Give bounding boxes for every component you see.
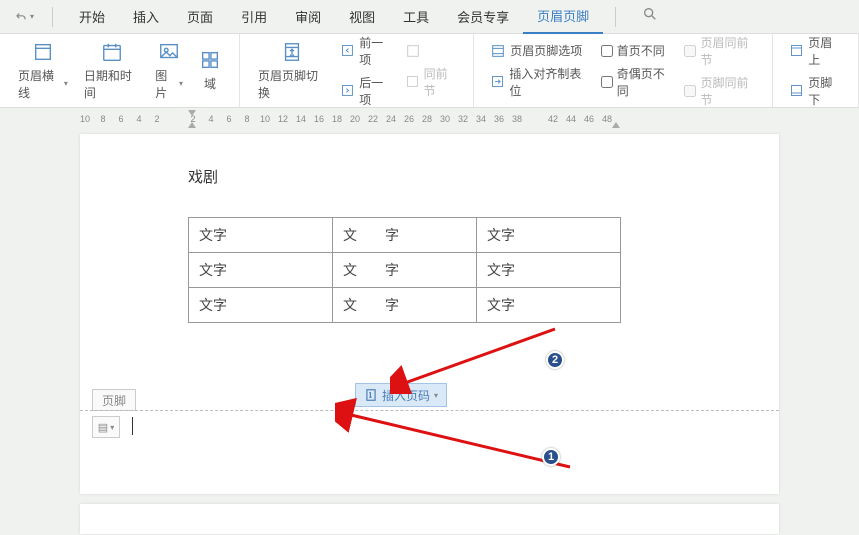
- search-icon[interactable]: [642, 6, 658, 27]
- switch-icon: [281, 41, 303, 63]
- chevron-down-icon: ▾: [434, 391, 438, 400]
- annotation-badge-1: 1: [542, 448, 560, 466]
- page-number-icon: [364, 388, 378, 402]
- header-same-checkbox: 页眉同前节: [678, 32, 762, 70]
- tab-view[interactable]: 视图: [335, 0, 389, 34]
- tab-review[interactable]: 审阅: [281, 0, 335, 34]
- menu-tabs: ▾ 开始 插入 页面 引用 审阅 视图 工具 会员专享 页眉页脚: [0, 0, 859, 34]
- horizontal-ruler[interactable]: 1086422468101214161820222426283032343638…: [0, 108, 859, 130]
- table-row: 文字文 字文字: [189, 218, 621, 253]
- hf-switch-button[interactable]: 页眉页脚切换: [250, 37, 334, 105]
- tab-vip[interactable]: 会员专享: [443, 0, 523, 34]
- tab-page[interactable]: 页面: [173, 0, 227, 34]
- document-page[interactable]: 戏剧 文字文 字文字 文字文 字文字 文字文 字文字 页脚 插入页码 ▾ ▤▾ …: [80, 134, 779, 494]
- table-row: 文字文 字文字: [189, 253, 621, 288]
- tab-start[interactable]: 开始: [65, 0, 119, 34]
- insert-page-number-button[interactable]: 插入页码 ▾: [355, 383, 447, 407]
- doc-icon: ▤: [98, 421, 108, 434]
- prev-icon: [340, 43, 355, 59]
- date-time-button[interactable]: 日期和时间: [76, 37, 147, 105]
- footer-options-button[interactable]: ▤▾: [92, 416, 120, 438]
- footer-bottom-button[interactable]: 页脚下: [783, 72, 848, 110]
- tab-insert[interactable]: 插入: [119, 0, 173, 34]
- tab-icon: [490, 74, 505, 90]
- link-icon: [405, 74, 420, 90]
- text-cursor: [132, 417, 133, 435]
- options-icon: [490, 43, 506, 59]
- doc-title: 戏剧: [188, 166, 218, 187]
- tab-reference[interactable]: 引用: [227, 0, 281, 34]
- document-page-next[interactable]: [80, 504, 779, 534]
- footer-bottom-icon: [789, 83, 804, 99]
- picture-button[interactable]: 图片▾: [147, 37, 191, 105]
- field-icon: [199, 49, 221, 71]
- field-button[interactable]: 域: [191, 45, 229, 96]
- chevron-down-icon: ▾: [30, 12, 34, 21]
- footer-label[interactable]: 页脚: [92, 389, 136, 411]
- link-icon: [405, 43, 421, 59]
- insert-tab-button[interactable]: 插入对齐制表位: [484, 63, 594, 101]
- first-diff-checkbox[interactable]: 首页不同: [595, 40, 679, 61]
- odd-even-diff-checkbox[interactable]: 奇偶页不同: [595, 63, 679, 101]
- tab-header-footer[interactable]: 页眉页脚: [523, 0, 603, 34]
- same-prev-button: 同前节: [399, 63, 463, 101]
- header-top-button[interactable]: 页眉上: [783, 32, 848, 70]
- header-top-icon: [789, 43, 804, 59]
- table-row: 文字文 字文字: [189, 288, 621, 323]
- same-prev-top: [399, 41, 463, 61]
- indent-marker-top[interactable]: [188, 110, 196, 116]
- undo-button[interactable]: ▾: [8, 10, 40, 24]
- hf-options-button[interactable]: 页眉页脚选项: [484, 40, 594, 61]
- right-indent-marker[interactable]: [612, 122, 620, 128]
- prev-button[interactable]: 前一项: [334, 32, 398, 70]
- content-table[interactable]: 文字文 字文字 文字文 字文字 文字文 字文字: [188, 217, 621, 323]
- calendar-icon: [101, 41, 123, 63]
- header-line-icon: [32, 41, 54, 63]
- header-line-button[interactable]: 页眉横线▾: [10, 37, 76, 105]
- annotation-badge-2: 2: [546, 351, 564, 369]
- indent-marker-bottom[interactable]: [188, 122, 196, 128]
- footer-divider: [80, 410, 779, 411]
- footer-same-checkbox: 页脚同前节: [678, 72, 762, 110]
- ribbon: 页眉横线▾ 日期和时间 图片▾ 域 页眉页脚切换 前一项 后一项 同前节: [0, 34, 859, 108]
- next-button[interactable]: 后一项: [334, 72, 398, 110]
- tab-tools[interactable]: 工具: [389, 0, 443, 34]
- next-icon: [340, 83, 355, 99]
- picture-icon: [158, 41, 180, 63]
